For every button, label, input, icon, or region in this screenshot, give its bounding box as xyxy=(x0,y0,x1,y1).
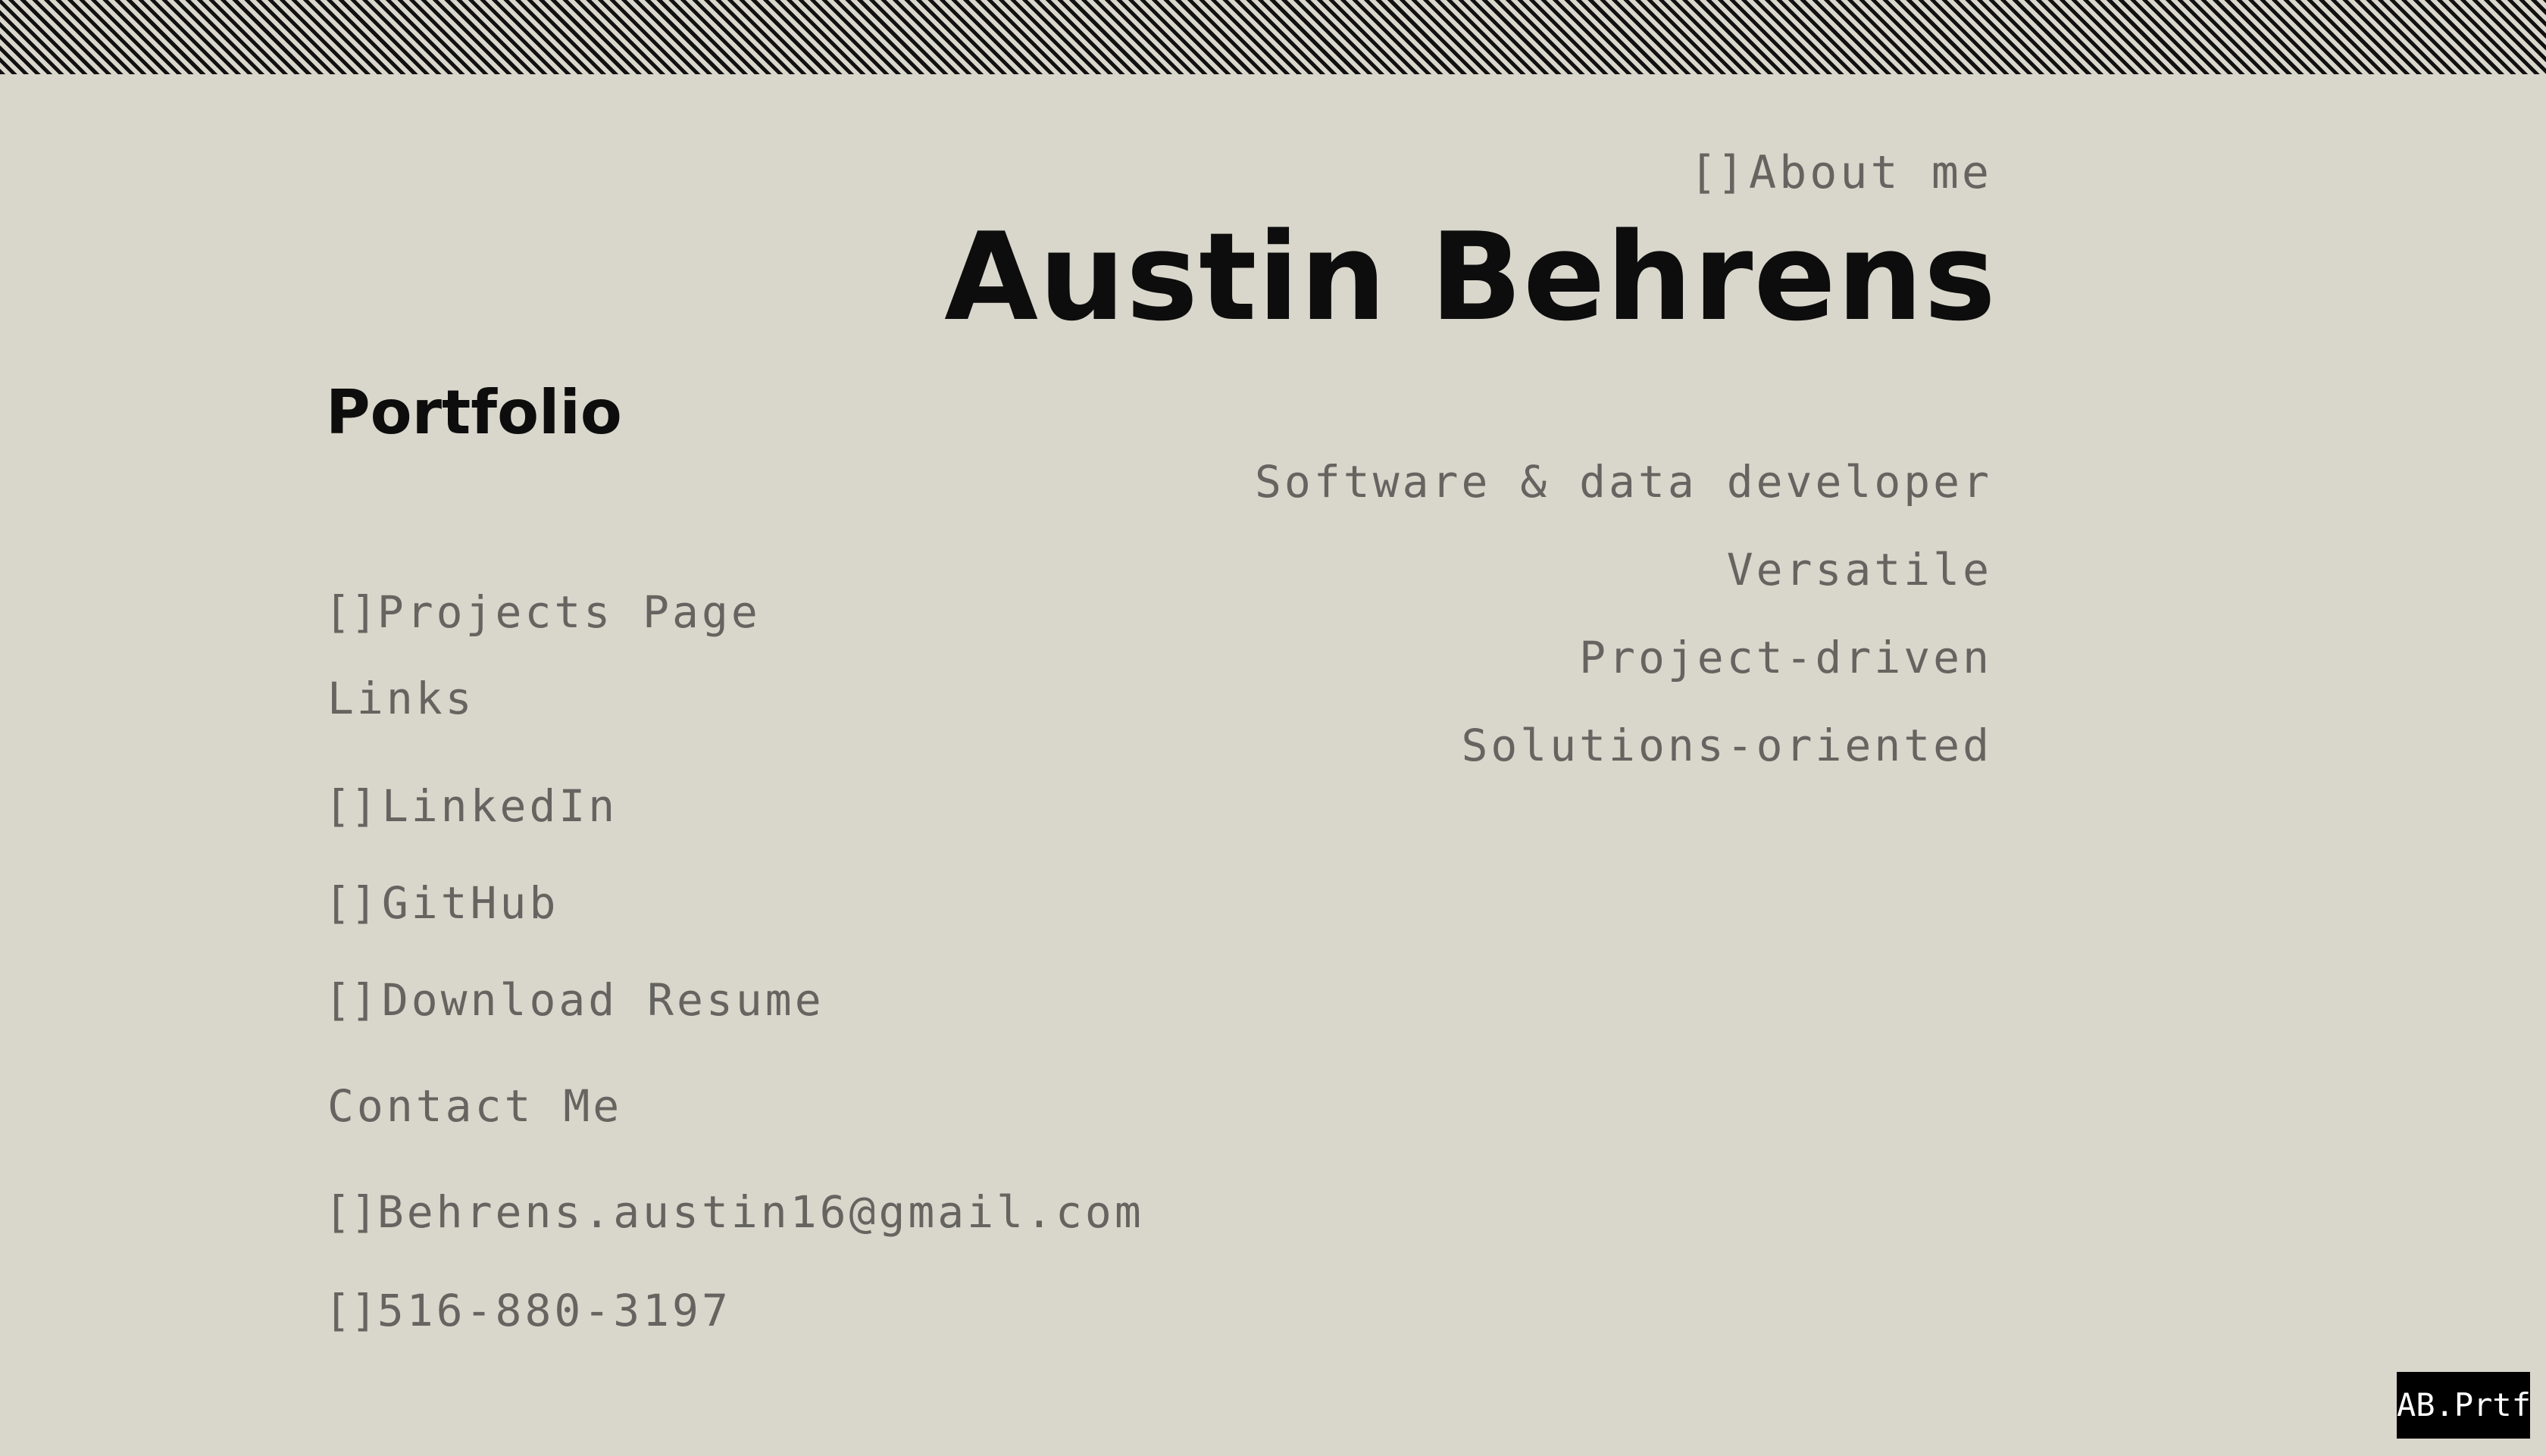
projects-page-link[interactable]: []Projects Page xyxy=(324,582,761,642)
email-bracket: [] xyxy=(324,1186,377,1238)
github-bracket: [] xyxy=(324,877,377,929)
projects-page-label: Projects Page xyxy=(377,586,761,638)
download-resume-link[interactable]: [] Download Resume xyxy=(324,970,824,1030)
portfolio-heading: Portfolio xyxy=(326,377,622,448)
linkedin-label: LinkedIn xyxy=(381,780,618,832)
email-address: Behrens.austin16@gmail.com xyxy=(377,1186,1144,1238)
tagline-role: Software & data developer xyxy=(1255,456,1992,508)
top-stripe-banner xyxy=(0,0,2546,74)
tagline-project-driven: Project-driven xyxy=(1579,632,1992,683)
linkedin-bracket: [] xyxy=(324,780,377,832)
tagline-versatile: Versatile xyxy=(1726,544,1992,595)
phone-bracket: [] xyxy=(324,1285,377,1336)
github-label: GitHub xyxy=(381,877,559,929)
tagline-solutions-oriented: Solutions-oriented xyxy=(1461,720,1992,771)
about-me-bracket: [] xyxy=(1689,146,1745,199)
page-title: Austin Behrens xyxy=(944,206,1997,348)
site-badge[interactable]: AB.Prtf xyxy=(2397,1372,2531,1439)
download-resume-bracket: [] xyxy=(324,974,377,1026)
contact-heading: Contact Me xyxy=(327,1080,623,1132)
email-link[interactable]: []Behrens.austin16@gmail.com xyxy=(324,1182,1144,1242)
linkedin-link[interactable]: [] LinkedIn xyxy=(324,776,618,836)
about-me-link[interactable]: [] About me xyxy=(1690,142,1992,203)
download-resume-label: Download Resume xyxy=(381,974,824,1026)
phone-number: 516-880-3197 xyxy=(377,1285,731,1336)
projects-page-bracket: [] xyxy=(324,586,377,638)
about-me-label: About me xyxy=(1749,146,1992,199)
links-heading: Links xyxy=(327,673,475,724)
github-link[interactable]: [] GitHub xyxy=(324,873,558,933)
phone-link[interactable]: []516-880-3197 xyxy=(324,1280,731,1341)
